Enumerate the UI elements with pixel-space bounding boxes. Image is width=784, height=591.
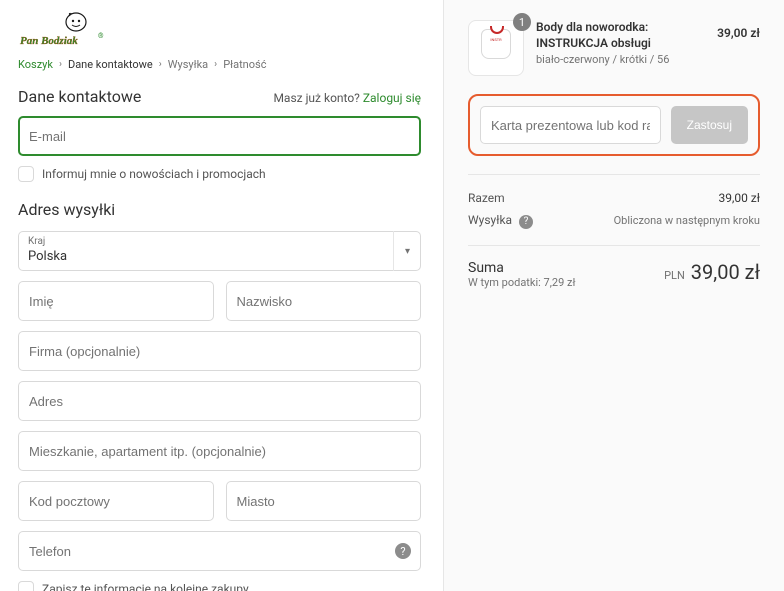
newsletter-label: Informuj mnie o nowościach i promocjach	[42, 167, 266, 181]
country-select[interactable]	[18, 231, 421, 271]
save-info-checkbox[interactable]	[18, 581, 34, 591]
company-input[interactable]	[18, 331, 421, 371]
promo-code-box: Zastosuj	[468, 94, 760, 156]
apartment-input[interactable]	[18, 431, 421, 471]
login-link[interactable]: Zaloguj się	[363, 91, 421, 105]
last-name-input[interactable]	[226, 281, 422, 321]
first-name-input[interactable]	[18, 281, 214, 321]
address-input[interactable]	[18, 381, 421, 421]
save-info-label: Zapisz te informacje na kolejne zakupy	[42, 582, 249, 591]
shipping-cost-value: Obliczona w następnym kroku	[614, 214, 760, 227]
login-prompt: Masz już konto? Zaloguj się	[273, 91, 421, 105]
subtotal-label: Razem	[468, 191, 505, 205]
newsletter-checkbox[interactable]	[18, 166, 34, 182]
shipping-help-icon[interactable]: ?	[519, 215, 533, 229]
phone-input[interactable]	[18, 531, 421, 571]
email-input[interactable]	[18, 116, 421, 156]
zip-input[interactable]	[18, 481, 214, 521]
brand-logo[interactable]: Pan Bodziak ®	[18, 12, 421, 50]
promo-code-input[interactable]	[480, 106, 661, 144]
total-amount: 39,00 zł	[691, 260, 760, 284]
country-label: Kraj	[28, 236, 45, 247]
subtotal-value: 39,00 zł	[718, 191, 760, 205]
product-thumbnail: INSTR 1	[468, 20, 524, 76]
product-price: 39,00 zł	[717, 20, 760, 40]
quantity-badge: 1	[513, 13, 531, 31]
cart-item: INSTR 1 Body dla noworodka: INSTRUKCJA o…	[468, 20, 760, 76]
svg-text:®: ®	[98, 32, 104, 40]
shipping-cost-label: Wysyłka ?	[468, 213, 533, 229]
currency-code: PLN	[664, 269, 685, 282]
shipping-title: Adres wysyłki	[18, 200, 421, 219]
breadcrumb-cart[interactable]: Koszyk	[18, 58, 53, 71]
svg-text:Pan Bodziak: Pan Bodziak	[20, 35, 78, 47]
chevron-right-icon: ›	[59, 59, 62, 70]
breadcrumb-shipping: Wysyłka	[168, 58, 208, 71]
caret-down-icon: ▾	[393, 231, 421, 271]
product-variant: biało-czerwony / krótki / 56	[536, 53, 705, 66]
product-title: Body dla noworodka: INSTRUKCJA obsługi	[536, 20, 705, 51]
apply-promo-button[interactable]: Zastosuj	[671, 106, 748, 144]
tax-note: W tym podatki: 7,29 zł	[468, 276, 575, 289]
city-input[interactable]	[226, 481, 422, 521]
breadcrumb-contact: Dane kontaktowe	[68, 58, 153, 71]
breadcrumb: Koszyk › Dane kontaktowe › Wysyłka › Pła…	[18, 58, 421, 71]
breadcrumb-payment: Płatność	[223, 58, 266, 71]
phone-help-icon[interactable]: ?	[395, 543, 411, 559]
chevron-right-icon: ›	[214, 59, 217, 70]
total-label: Suma	[468, 260, 575, 276]
chevron-right-icon: ›	[159, 59, 162, 70]
contact-title: Dane kontaktowe	[18, 87, 141, 106]
